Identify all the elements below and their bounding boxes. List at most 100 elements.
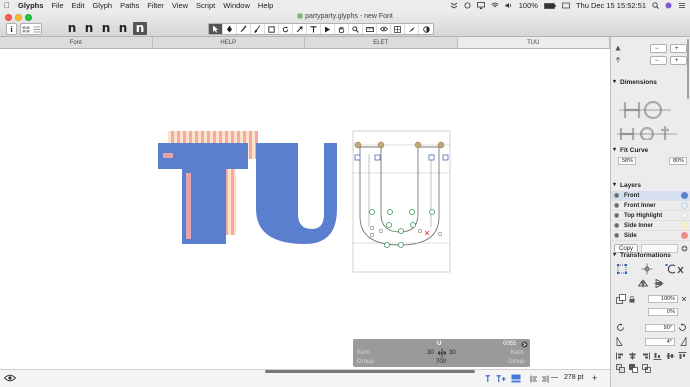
width-field[interactable]: 700: [436, 359, 446, 365]
horizontal-scrollbar[interactable]: [265, 370, 475, 373]
layer-color-dot[interactable]: [681, 192, 688, 199]
layer-color-dot[interactable]: [681, 212, 688, 219]
slant-right-icon[interactable]: [678, 337, 687, 346]
sidebar-triangle-icon[interactable]: [615, 45, 621, 51]
text-tool-button[interactable]: [307, 24, 321, 34]
align-center-icon[interactable]: [628, 352, 637, 360]
menu-app-name[interactable]: Glyphs: [18, 1, 43, 10]
scale-tool-button[interactable]: [293, 24, 307, 34]
layer-name-front-inner[interactable]: Front Inner: [624, 203, 656, 209]
menu-view[interactable]: View: [172, 1, 188, 10]
rotate-tool-button[interactable]: [279, 24, 293, 34]
align-bottom-icon[interactable]: [653, 352, 662, 360]
flip-horizontal-icon[interactable]: [638, 279, 648, 288]
menu-glyph[interactable]: Glyph: [92, 1, 112, 10]
apple-menu-icon[interactable]: : [4, 1, 10, 10]
align-top-icon[interactable]: [678, 352, 687, 360]
layer-visibility-eye-icon[interactable]: ◉: [614, 232, 621, 239]
layer-name-top-highlight[interactable]: Top Highlight: [624, 213, 662, 219]
flip-vertical-icon[interactable]: [654, 279, 664, 288]
layer-preview-button-4[interactable]: n: [117, 22, 129, 35]
pencil-tool-button[interactable]: [237, 24, 251, 34]
annotation-tool-button[interactable]: [321, 24, 335, 34]
sidebar-scrollbar[interactable]: [687, 39, 689, 99]
layer-row-front-inner[interactable]: ◉ Front Inner: [611, 201, 690, 211]
knife-tool-button[interactable]: [405, 24, 419, 34]
align-right-icon[interactable]: [541, 375, 549, 383]
link-sidebearings-icon[interactable]: [437, 348, 447, 358]
transform-cx-icon[interactable]: [665, 263, 687, 275]
menu-script[interactable]: Script: [196, 1, 215, 10]
layer-color-dot[interactable]: [681, 222, 688, 229]
volume-icon[interactable]: [505, 2, 513, 9]
lock-icon[interactable]: [629, 295, 635, 303]
align-left-icon[interactable]: [530, 375, 538, 383]
align-right-edge-icon[interactable]: [641, 352, 650, 360]
view-mode-segment[interactable]: [20, 23, 42, 35]
left-sidebearing-field[interactable]: 30: [427, 350, 434, 356]
layer-row-side[interactable]: ◉ Side: [611, 231, 690, 241]
layers-title[interactable]: Layers: [611, 180, 690, 191]
intersect-icon[interactable]: [642, 364, 651, 373]
sidebar-minus-button-2[interactable]: −: [650, 55, 667, 65]
grid-view-icon[interactable]: [22, 26, 30, 33]
glyph-t[interactable]: [158, 131, 258, 244]
compare-tool-button[interactable]: [419, 24, 433, 34]
status-dropbox-icon[interactable]: [450, 2, 458, 9]
tab-elet[interactable]: ELET: [305, 37, 458, 48]
unicode-arrow-icon[interactable]: [521, 341, 528, 348]
layer-name-side-inner[interactable]: Side Inner: [624, 223, 653, 229]
select-tool-button[interactable]: [209, 24, 223, 34]
spotlight-search-icon[interactable]: [652, 2, 659, 9]
subtract-icon[interactable]: [629, 364, 638, 373]
glyph-canvas-svg[interactable]: [0, 49, 610, 369]
align-left-edge-icon[interactable]: [616, 352, 625, 360]
zoom-in-button[interactable]: +: [592, 373, 597, 383]
measure-tool-button[interactable]: [363, 24, 377, 34]
scale-up-icon[interactable]: [681, 296, 687, 302]
text-direction-icon[interactable]: [485, 375, 493, 383]
union-icon[interactable]: [616, 364, 625, 373]
wifi-icon[interactable]: [490, 2, 499, 9]
menu-edit[interactable]: Edit: [72, 1, 85, 10]
dimensions-title[interactable]: Dimensions: [611, 77, 690, 88]
tab-help[interactable]: HELP: [153, 37, 305, 48]
hand-tool-button[interactable]: [335, 24, 349, 34]
layer-color-dot[interactable]: [681, 202, 688, 209]
preview-tool-button[interactable]: [377, 24, 391, 34]
slant-left-icon[interactable]: [616, 337, 625, 346]
pen-tool-button[interactable]: [223, 24, 237, 34]
unicode-label[interactable]: 0055: [503, 341, 516, 347]
curve-nodes[interactable]: [369, 209, 435, 248]
zoom-out-button[interactable]: —: [551, 374, 558, 381]
layer-name-front[interactable]: Front: [624, 193, 639, 199]
menu-window[interactable]: Window: [223, 1, 250, 10]
layer-visibility-eye-icon[interactable]: ◉: [614, 222, 621, 229]
fit-curve-title[interactable]: Fit Curve: [611, 145, 690, 156]
rectangle-tool-button[interactable]: [265, 24, 279, 34]
layer-visibility-eye-icon[interactable]: ◉: [614, 192, 621, 199]
notification-center-icon[interactable]: [678, 2, 686, 9]
zoom-level[interactable]: 278 pt: [564, 374, 583, 381]
layer-preview-button-3[interactable]: n: [100, 22, 112, 35]
menu-help[interactable]: Help: [258, 1, 273, 10]
keyboard-icon[interactable]: [562, 2, 570, 9]
slant-field[interactable]: 4°: [645, 337, 675, 346]
fit-curve-min-field[interactable]: 58%: [618, 157, 636, 165]
scale-icon[interactable]: [616, 294, 626, 304]
edit-canvas[interactable]: [0, 49, 610, 369]
layer-preview-button-1[interactable]: n: [66, 22, 78, 35]
sidebar-minus-button[interactable]: −: [650, 43, 667, 53]
menu-filter[interactable]: Filter: [147, 1, 164, 10]
layer-row-side-inner[interactable]: ◉ Side Inner: [611, 221, 690, 231]
clock[interactable]: Thu Dec 15 15:52:51: [576, 1, 646, 10]
sidebar-plus-button-2[interactable]: +: [670, 55, 687, 65]
list-view-icon[interactable]: [33, 26, 41, 33]
menu-paths[interactable]: Paths: [120, 1, 139, 10]
sidebar-plus-button[interactable]: +: [670, 43, 687, 53]
brush-tool-button[interactable]: [251, 24, 265, 34]
zoom-tool-button[interactable]: [349, 24, 363, 34]
layer-visibility-eye-icon[interactable]: ◉: [614, 212, 621, 219]
rotate-field[interactable]: 90°: [645, 323, 675, 332]
battery-percent[interactable]: 100%: [519, 1, 538, 10]
